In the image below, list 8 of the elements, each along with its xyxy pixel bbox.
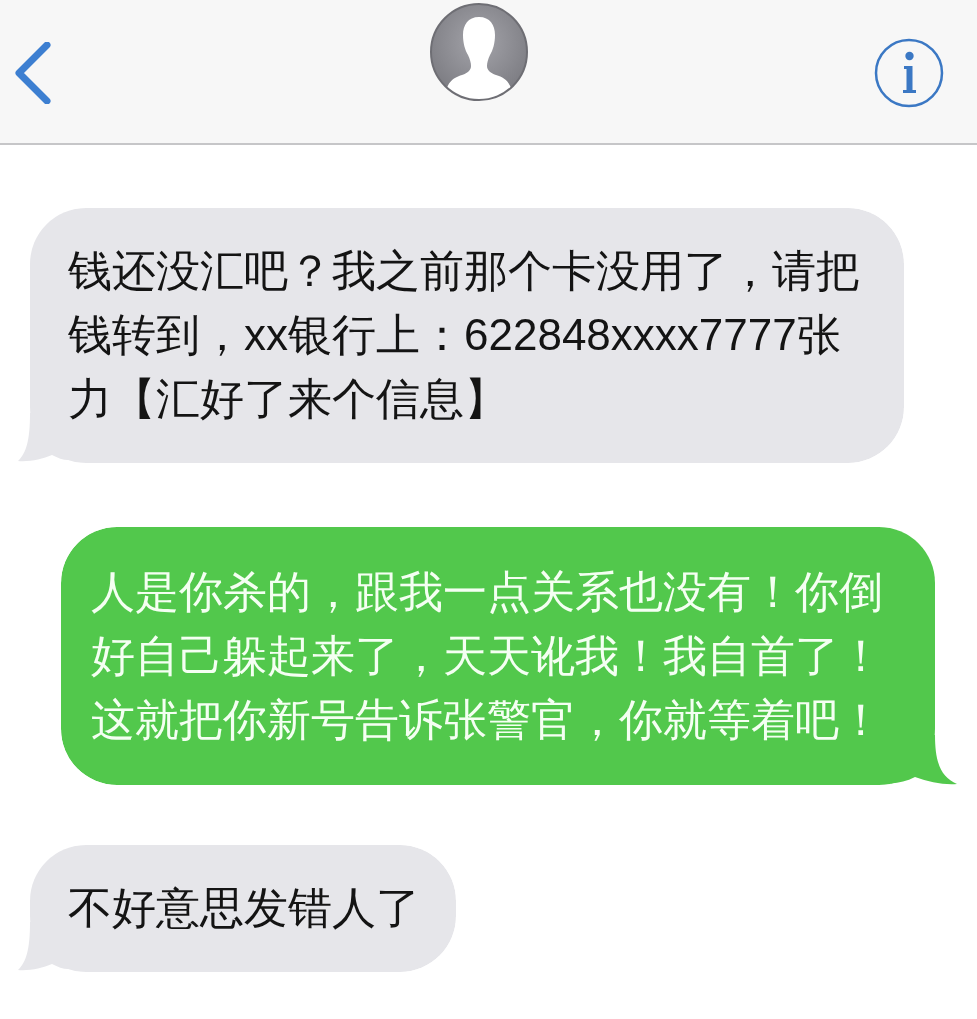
message-text: 人是你杀的，跟我一点关系也没有！你倒好自己躲起来了，天天讹我！我自首了！这就把你新号告诉张警官，你就等着吧！ bbox=[91, 566, 884, 746]
chevron-left-icon bbox=[14, 41, 51, 104]
back-button[interactable] bbox=[14, 41, 51, 104]
message-text: 不好意思发错人了 bbox=[68, 882, 420, 934]
avatar-icon[interactable] bbox=[430, 3, 528, 101]
message-text: 钱还没汇吧？我之前那个卡没用了，请把钱转到，xx银行上：622848xxxx7777张力【汇好了来个信息】 bbox=[68, 245, 861, 425]
info-icon bbox=[874, 37, 944, 108]
info-button[interactable] bbox=[874, 37, 944, 108]
